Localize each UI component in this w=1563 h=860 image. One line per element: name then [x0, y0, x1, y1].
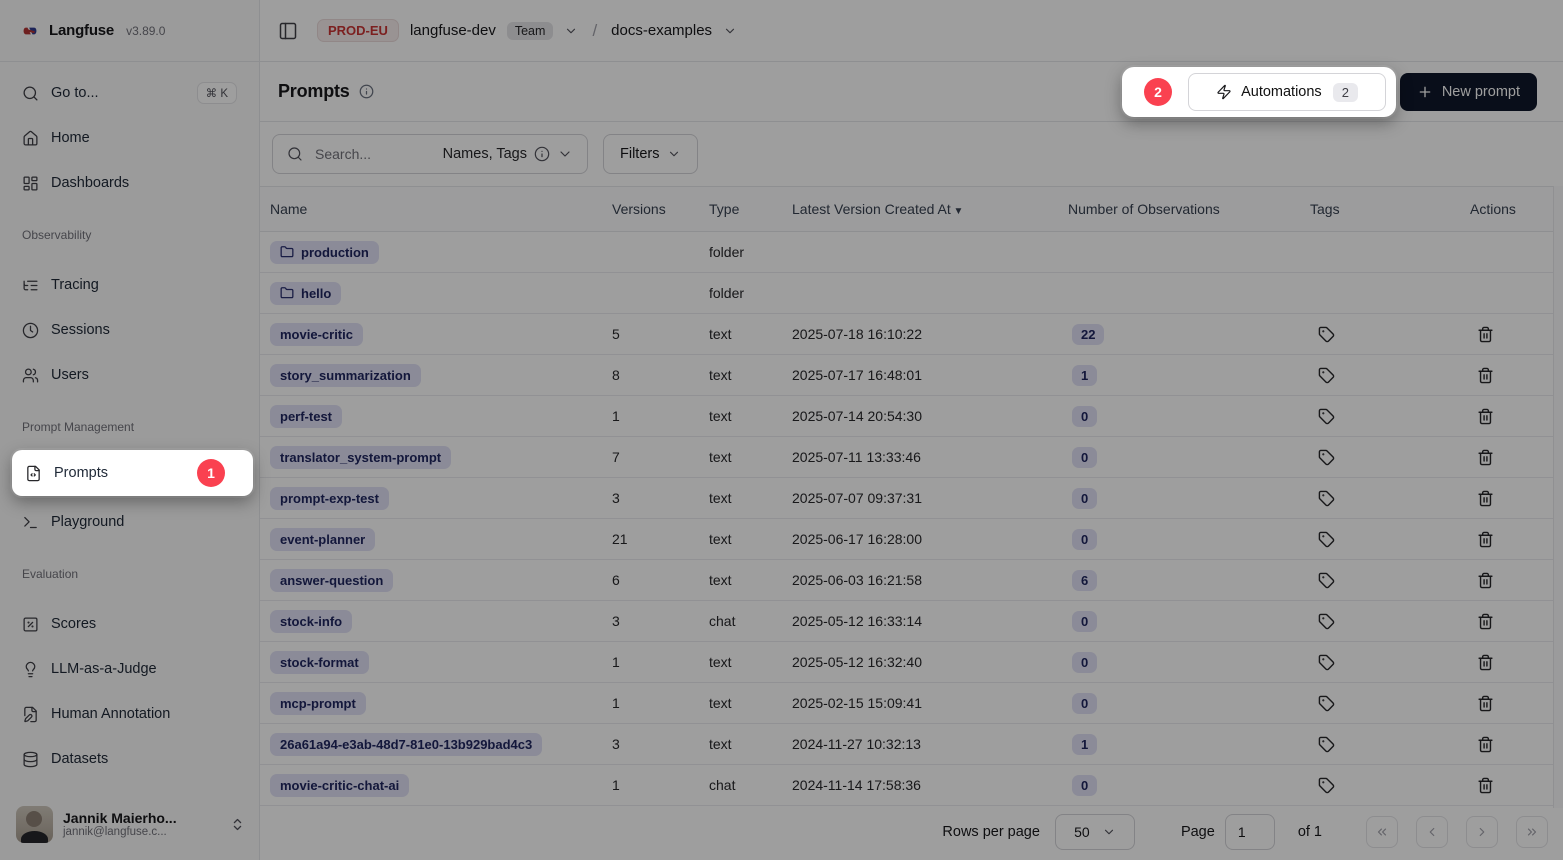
- automations-count-badge: 2: [1333, 83, 1358, 102]
- automations-button[interactable]: Automations 2: [1188, 73, 1386, 111]
- app-window: Langfuse v3.89.0 Go to... ⌘ K Home Dashb…: [0, 0, 1563, 860]
- dim-overlay: [0, 0, 1563, 860]
- file-code-icon: [25, 465, 42, 482]
- zap-icon: [1216, 84, 1232, 100]
- annotation-step-2-badge: 2: [1144, 78, 1172, 106]
- annotation-step-1-badge: 1: [197, 459, 225, 487]
- annotation-highlight-prompts[interactable]: Prompts 1: [12, 450, 253, 496]
- automations-label: Automations: [1241, 84, 1322, 100]
- sidebar-item-label: Prompts: [54, 465, 108, 481]
- annotation-highlight-automations: 2 Automations 2: [1122, 67, 1396, 117]
